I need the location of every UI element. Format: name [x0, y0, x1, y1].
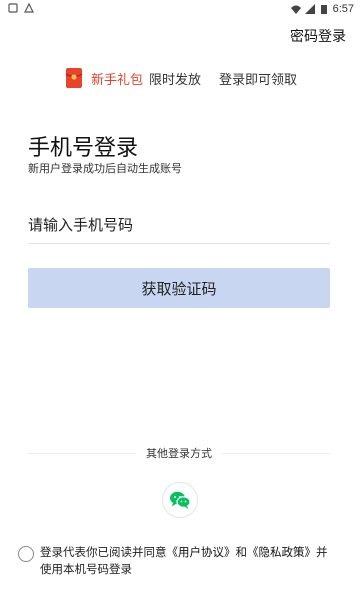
agreement-row: 登录代表你已阅读并同意《用户协议》和《隐私政策》并使用本机号码登录 — [18, 544, 338, 578]
gift-limited: 限时发放 — [148, 72, 201, 88]
agreement-and: 和 — [235, 545, 248, 559]
gift-banner[interactable]: 新手礼包 限时发放 登录即可领取 — [0, 64, 360, 92]
phone-field — [28, 206, 330, 244]
wechat-login-button[interactable] — [162, 482, 198, 518]
page-subtitle: 新用户登录成功后自动生成账号 — [28, 162, 182, 175]
agreement-prefix: 登录代表你已阅读并同意 — [40, 545, 167, 559]
page-title: 手机号登录 — [28, 136, 139, 161]
wifi-icon — [290, 5, 301, 14]
warning-icon — [24, 3, 34, 13]
battery-icon — [320, 5, 327, 14]
gift-title: 新手礼包 — [90, 72, 143, 88]
status-bar: 6:57 — [0, 0, 360, 20]
other-login-divider: 其他登录方式 — [28, 444, 330, 462]
other-login-label: 其他登录方式 — [146, 447, 212, 460]
password-login-link[interactable]: 密码登录 — [290, 26, 346, 46]
user-agreement-link[interactable]: 《用户协议》 — [167, 545, 236, 559]
privacy-policy-link[interactable]: 《隐私政策》 — [247, 545, 316, 559]
gift-claim: 登录即可领取 — [219, 72, 298, 88]
wechat-icon — [170, 491, 191, 509]
status-time: 6:57 — [332, 3, 354, 15]
login-screen: 6:57 密码登录 新手礼包 限时发放 登录即可领取 手机号登录 新用户登录成功… — [0, 0, 360, 600]
signal-icon — [304, 4, 315, 14]
red-envelope-icon — [65, 68, 83, 88]
divider-line-right — [222, 452, 330, 454]
phone-input[interactable] — [28, 206, 330, 243]
agreement-checkbox[interactable] — [18, 546, 34, 562]
status-left — [8, 3, 34, 13]
divider-line-left — [28, 452, 136, 454]
status-right: 6:57 — [290, 3, 354, 15]
notification-icon — [8, 3, 18, 13]
get-code-button[interactable]: 获取验证码 — [28, 268, 330, 308]
agreement-text: 登录代表你已阅读并同意《用户协议》和《隐私政策》并使用本机号码登录 — [40, 544, 338, 578]
